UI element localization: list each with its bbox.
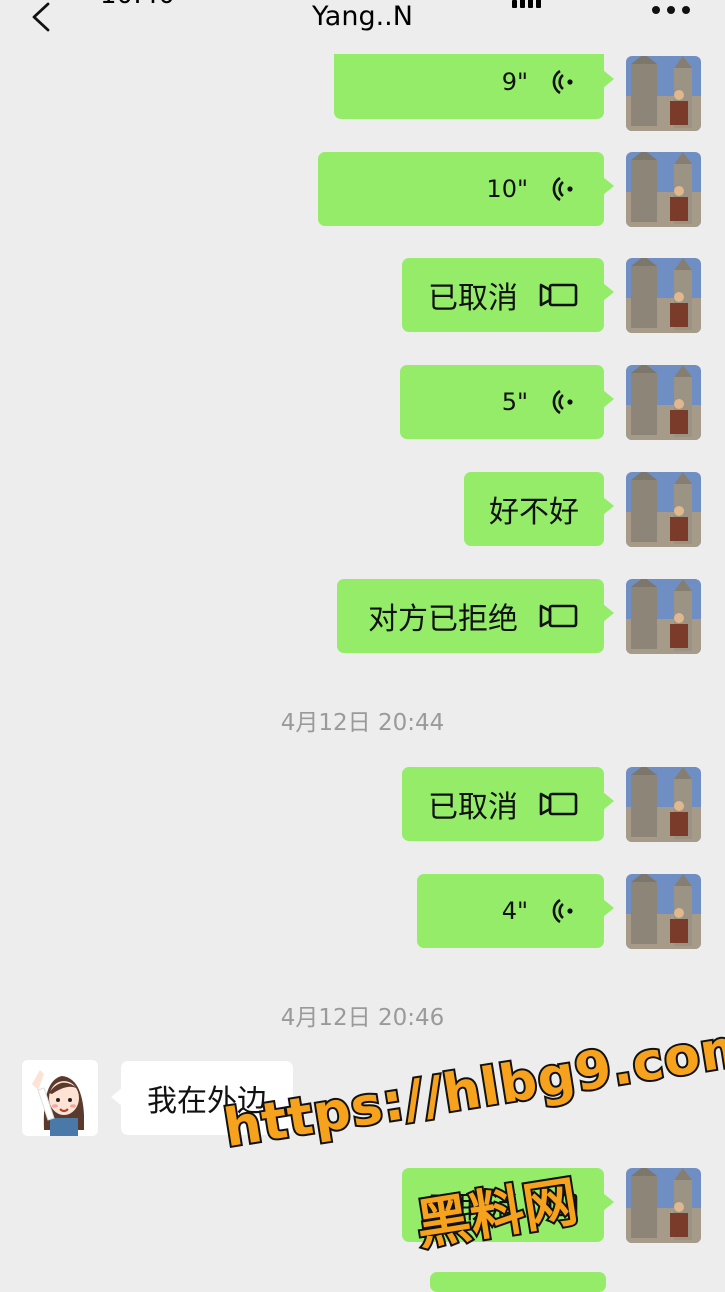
message-row: 4" <box>0 874 725 950</box>
message-row: 已取消 <box>0 767 725 843</box>
message-row: 9" <box>0 45 725 131</box>
my-avatar[interactable] <box>626 365 701 440</box>
video-call-icon <box>539 604 578 628</box>
chat-timestamp: 4月12日 20:46 <box>280 1005 445 1031</box>
voice-wave-icon <box>552 898 573 924</box>
my-avatar[interactable] <box>626 767 701 842</box>
avatar-photo-icon <box>626 258 701 333</box>
message-text: 好不好 <box>489 495 579 530</box>
chat-title: Yang..N <box>312 1 413 32</box>
voice-message-bubble[interactable]: 4" <box>417 874 614 948</box>
next-message-bubble-partial[interactable] <box>430 1272 606 1292</box>
avatar-photo-icon <box>626 579 701 654</box>
chat-timestamp: 4月12日 20:44 <box>280 710 445 736</box>
call-status-label: 已取消 <box>428 281 518 316</box>
video-call-bubble[interactable]: 已取消 <box>402 767 614 841</box>
my-avatar[interactable] <box>626 874 701 949</box>
call-status-label: 已取消 <box>428 790 518 825</box>
avatar-photo-icon <box>626 56 701 131</box>
contact-avatar[interactable] <box>22 1060 98 1136</box>
voice-message-bubble[interactable]: 5" <box>400 365 614 439</box>
message-row: 5" <box>0 365 725 441</box>
voice-duration: 4" <box>501 897 528 925</box>
watermark-text: 黑料网 <box>410 1167 584 1259</box>
voice-duration: 10" <box>486 175 528 203</box>
voice-message-bubble[interactable]: 9" <box>334 45 614 119</box>
my-avatar[interactable] <box>626 472 701 547</box>
message-row: 10" <box>0 152 725 228</box>
chat-header: 10:40 Yang..N <box>0 0 725 54</box>
video-call-icon <box>539 792 578 816</box>
message-row: 对方已拒绝 <box>0 579 725 655</box>
my-avatar[interactable] <box>626 579 701 654</box>
voice-duration: 9" <box>501 68 528 96</box>
my-avatar[interactable] <box>626 152 701 227</box>
avatar-photo-icon <box>626 472 701 547</box>
more-options-icon[interactable] <box>652 6 692 20</box>
voice-wave-icon <box>552 389 573 415</box>
text-message-bubble[interactable]: 好不好 <box>464 472 614 546</box>
cartoon-girl-avatar-icon <box>22 1060 98 1136</box>
video-call-icon <box>539 283 578 307</box>
call-status-label: 对方已拒绝 <box>368 602 518 637</box>
my-avatar[interactable] <box>626 258 701 333</box>
avatar-photo-icon <box>626 152 701 227</box>
watermark-overlay: https://hlbg9.com 黑料网 <box>218 1014 725 1270</box>
avatar-photo-icon <box>626 874 701 949</box>
video-call-bubble[interactable]: 已取消 <box>402 258 614 332</box>
video-call-bubble[interactable]: 对方已拒绝 <box>337 579 614 653</box>
avatar-photo-icon <box>626 365 701 440</box>
voice-duration: 5" <box>501 388 528 416</box>
avatar-photo-icon <box>626 767 701 842</box>
voice-wave-icon <box>552 69 573 95</box>
voice-message-bubble[interactable]: 10" <box>318 152 614 226</box>
voice-wave-icon <box>552 176 573 202</box>
message-row: 好不好 <box>0 472 725 548</box>
message-row: 已取消 <box>0 258 725 334</box>
my-avatar[interactable] <box>626 56 701 131</box>
